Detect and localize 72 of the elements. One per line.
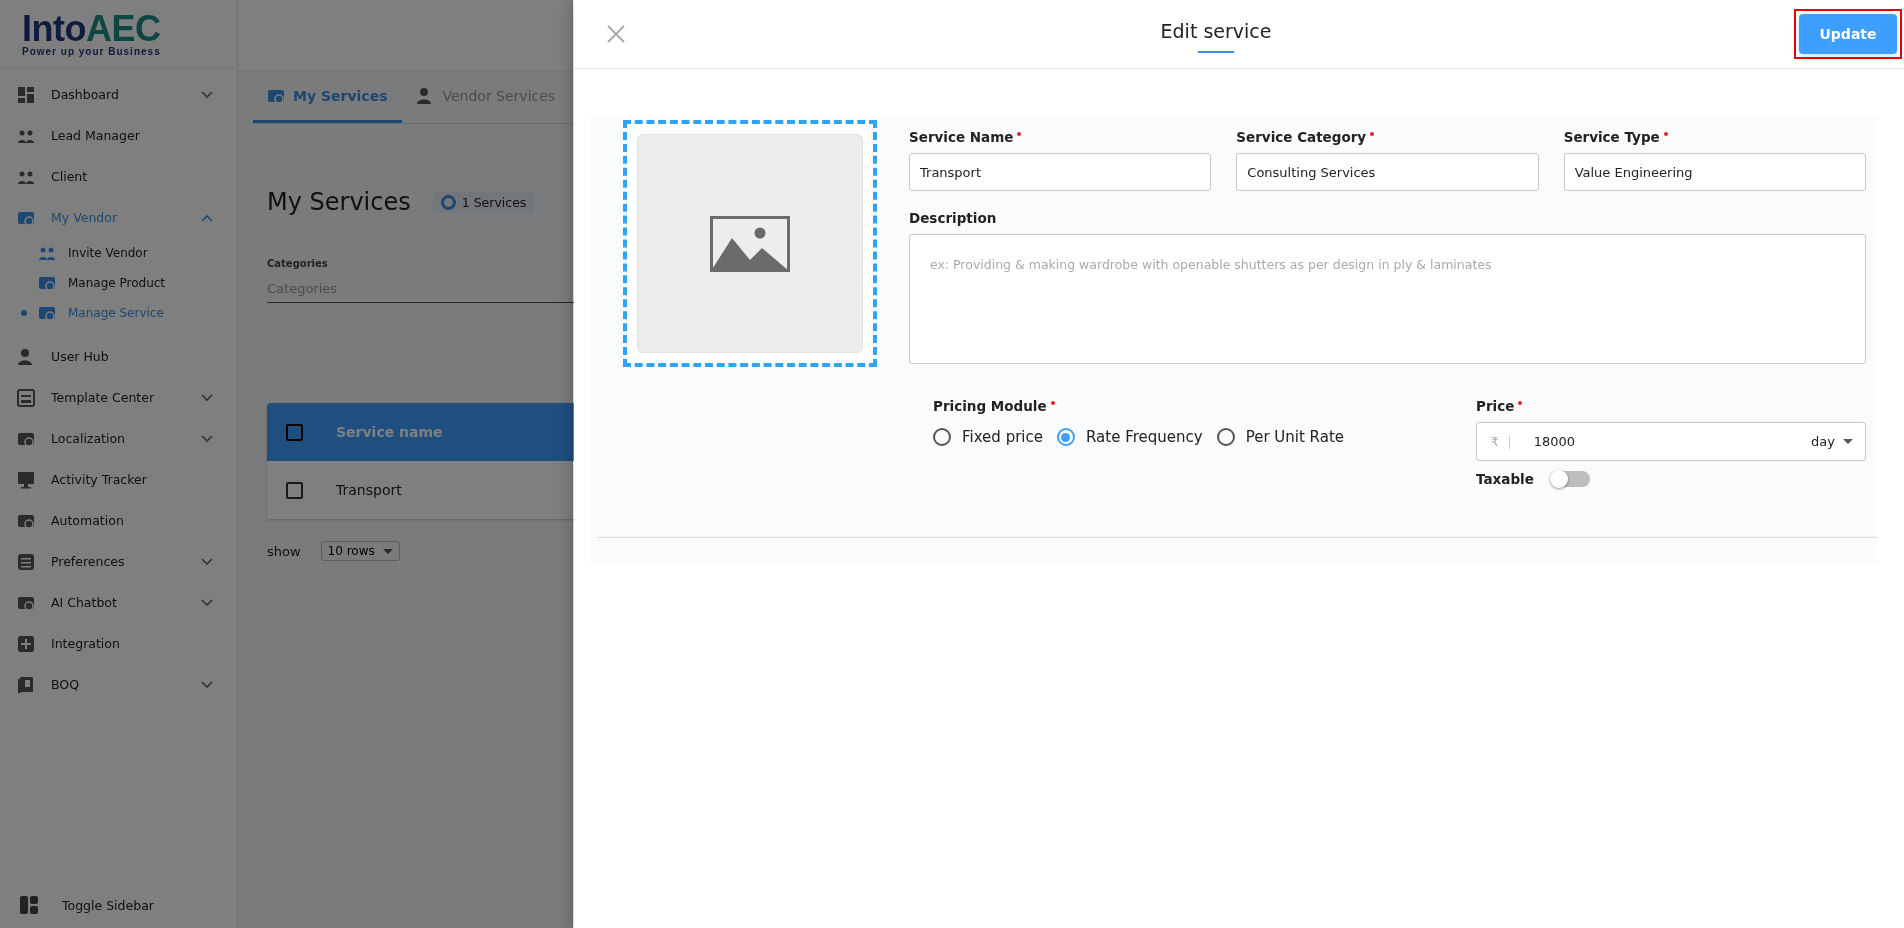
sidebar-item[interactable]: Localization [0,418,237,459]
sidebar-item[interactable]: Integration [0,623,237,664]
chevron-icon [201,213,213,222]
field-label: Price [1476,398,1866,414]
chevron-icon [201,557,213,566]
close-icon [606,24,626,44]
caret-icon [1843,439,1853,444]
filter-label: Categories [267,258,329,269]
page-heading: My Services [267,188,411,216]
text-field[interactable]: Value Engineering [1563,153,1866,191]
plus-square-icon [17,634,35,653]
column-header: Service name [336,424,443,440]
sidebar-item[interactable]: Lead Manager [0,115,237,156]
sidebar-item[interactable]: Activity Tracker [0,459,237,500]
update-button[interactable]: Update [1799,14,1897,54]
table-cell: Transport [336,482,402,498]
checkbox[interactable] [286,423,303,441]
sidebar-layout-icon [20,896,38,914]
text-field[interactable]: Transport [909,153,1212,191]
sidebar-item[interactable]: AI Chatbot [0,582,237,623]
sidebar-subitem[interactable]: Manage Product [0,268,237,298]
required-mark [1663,132,1668,136]
chevron-icon [201,434,213,443]
sidebar-item[interactable]: User Hub [0,336,237,377]
required-mark [1050,401,1055,405]
required-mark [1370,132,1375,136]
sidebar-item[interactable]: Automation [0,500,237,541]
radio-option[interactable]: Per Unit Rate [1216,428,1344,446]
caret-icon [382,548,393,554]
chevron-icon [201,90,213,99]
chevron-icon [201,598,213,607]
required-mark [1518,401,1523,405]
sidebar-subitem[interactable]: Manage Service [0,298,237,328]
count-badge: 1 Services [432,191,535,213]
price-field[interactable]: ₹ 18000 day [1476,422,1866,461]
field-label: Service Type [1563,129,1866,145]
show-label: show [267,543,301,559]
grid-icon [17,85,35,104]
field-label: Service Name [909,129,1212,145]
sidebar-item[interactable]: Preferences [0,541,237,582]
backdrop[interactable] [0,0,573,928]
logo: IntoAEC Power up your Business [0,0,237,69]
field-label: Pricing Module [933,398,1476,414]
field-label: Description [909,210,998,226]
person-icon [17,347,35,366]
description-field[interactable]: ex: Providing & making wardrobe with openable shutters as per design in ply & laminates [909,234,1866,364]
taxable-switch[interactable] [1549,471,1590,487]
required-mark [1017,132,1022,136]
chevron-icon [201,393,213,402]
radio-option[interactable]: Rate Frequency [1057,428,1203,446]
checkbox[interactable] [286,481,303,499]
sidebar-item[interactable]: My Vendor [0,197,237,238]
rows-select[interactable]: 10 rows [320,541,400,561]
field-label: Service Category [1236,129,1539,145]
book-icon [17,675,35,694]
chevron-icon [201,680,213,689]
template-icon [17,388,35,407]
active-dot [21,310,27,316]
sidebar-item[interactable]: Template Center [0,377,237,418]
sidebar-item[interactable]: Dashboard [0,74,237,115]
image-upload-area[interactable] [623,120,877,367]
sidebar-subitem[interactable]: Invite Vendor [0,238,237,268]
radio-option[interactable]: Fixed price [933,428,1043,446]
taxable-label: Taxable [1476,471,1534,487]
sidebar-item[interactable]: Client [0,156,237,197]
sidebar-item[interactable]: BOQ [0,664,237,705]
sliders-icon [17,552,35,571]
panel-title: Edit service [1160,19,1272,42]
toggle-sidebar-button[interactable]: Toggle Sidebar [0,896,237,928]
monitor-icon [17,470,35,489]
text-field[interactable]: Consulting Services [1236,153,1539,191]
image-placeholder-icon [710,215,790,272]
